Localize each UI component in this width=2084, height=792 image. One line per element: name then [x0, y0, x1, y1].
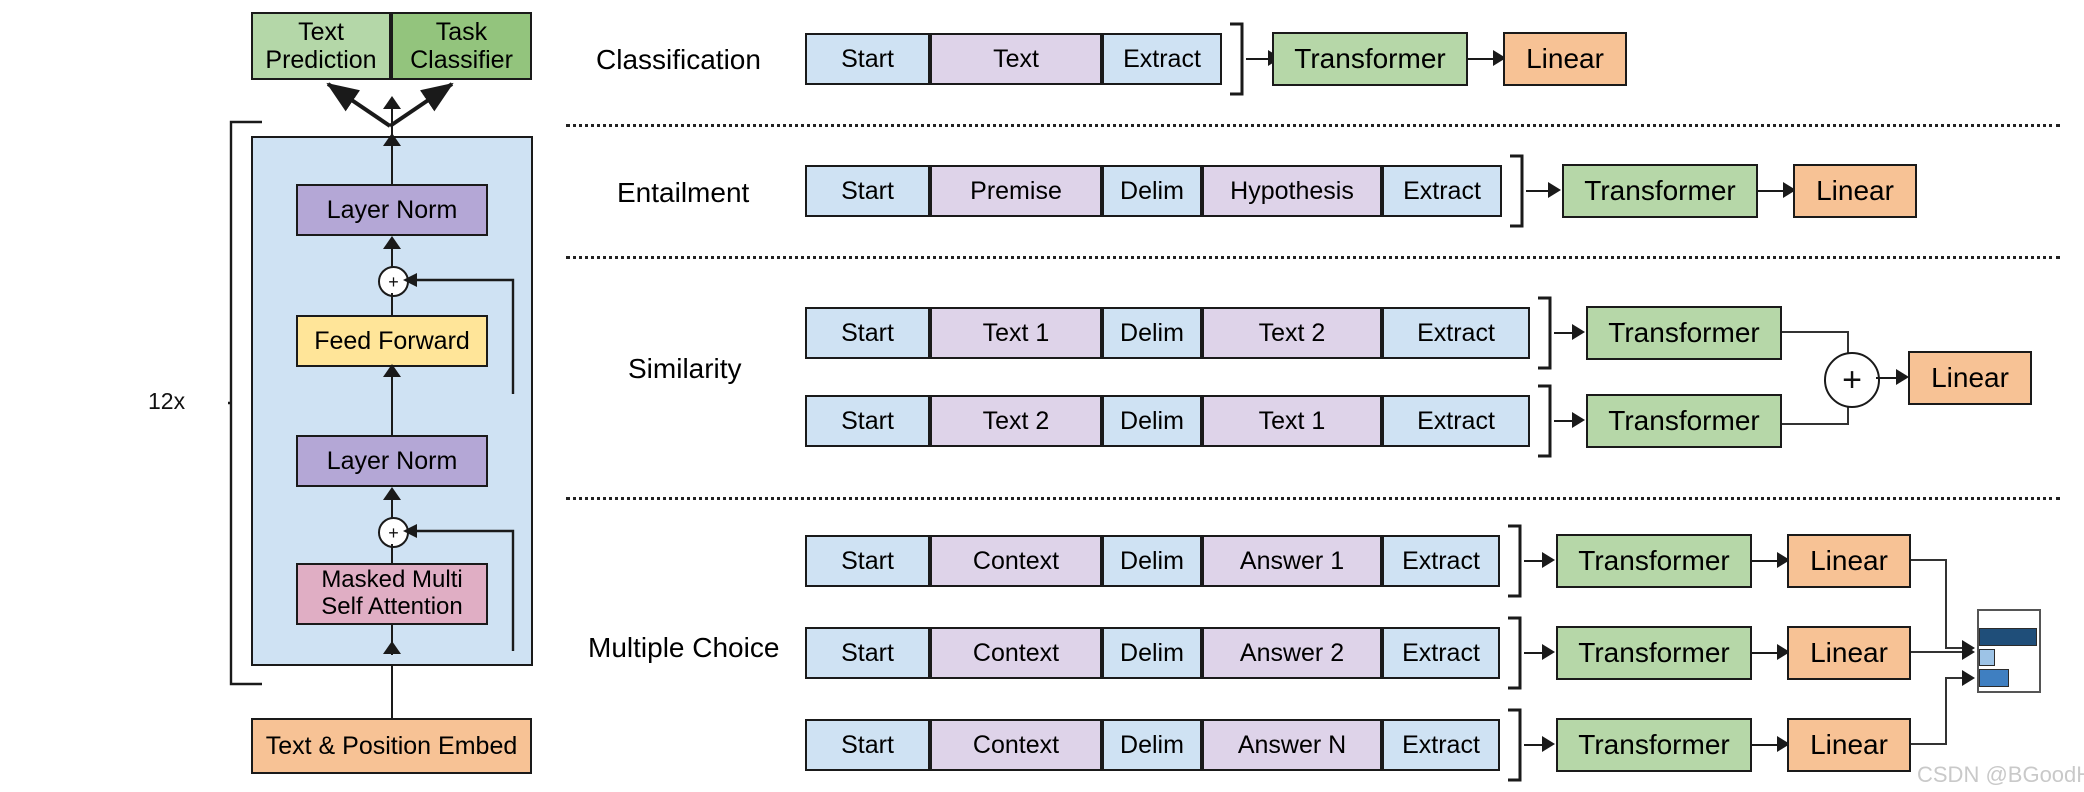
seq-cell-extract: Extract — [1382, 535, 1500, 587]
head-text-prediction: Text Prediction — [251, 12, 391, 80]
linear-box: Linear — [1908, 351, 2032, 405]
transformer-box: Transformer — [1556, 718, 1752, 772]
transformer-box: Transformer — [1556, 626, 1752, 680]
seq-cell-content: Answer 1 — [1202, 535, 1382, 587]
transformer-box: Transformer — [1272, 32, 1468, 86]
residual-path-lower — [391, 517, 516, 657]
seq-cell-content: Text 2 — [930, 395, 1102, 447]
seq-cell-content: Answer N — [1202, 719, 1382, 771]
head-task-classifier: Task Classifier — [391, 12, 532, 80]
seq-cell-content: Text 2 — [1202, 307, 1382, 359]
seq-cell-delim: Delim — [1102, 395, 1202, 447]
linear-box: Linear — [1787, 718, 1911, 772]
arrow-mc1-to-transformer — [1542, 552, 1555, 568]
arrow-block-out — [383, 96, 401, 109]
seq-cell-start: Start — [805, 33, 930, 85]
bracket-similarity-row1 — [1536, 296, 1554, 370]
connector-embed-to-attn-inner — [391, 625, 393, 655]
seq-cell-content: Premise — [930, 165, 1102, 217]
seq-cell-content: Text 1 — [1202, 395, 1382, 447]
seq-cell-start: Start — [805, 627, 930, 679]
seq-cell-extract: Extract — [1382, 307, 1530, 359]
seq-cell-extract: Extract — [1382, 719, 1500, 771]
seq-cell-content: Hypothesis — [1202, 165, 1382, 217]
arrow-mc-out-2 — [1962, 644, 1975, 660]
bracket-mc-row3 — [1506, 708, 1524, 782]
linear-box: Linear — [1787, 626, 1911, 680]
arrow-ln-bottom-out — [383, 364, 401, 377]
seq-cell-delim: Delim — [1102, 627, 1202, 679]
linear-box: Linear — [1787, 534, 1911, 588]
seq-cell-content: Context — [930, 627, 1102, 679]
bracket-classification — [1228, 22, 1246, 96]
arrow-add-upper-to-ln — [383, 236, 401, 249]
arrow-ln-top-out — [383, 133, 401, 146]
transformer-box: Transformer — [1586, 394, 1782, 448]
transformer-box: Transformer — [1586, 306, 1782, 360]
bracket-similarity-row2 — [1536, 384, 1554, 458]
watermark-text: CSDN @BGoodHabit — [1917, 762, 2084, 787]
mc-output-bar — [1979, 669, 2009, 687]
bracket-mc-row1 — [1506, 524, 1524, 598]
connector-ln-bottom-out — [391, 367, 393, 435]
figure-canvas: Text Prediction Task Classifier 12x Laye… — [0, 0, 2084, 792]
mc-output-bar — [1979, 649, 1995, 666]
seq-cell-extract: Extract — [1382, 395, 1530, 447]
linear-box: Linear — [1793, 164, 1917, 218]
seq-cell-delim: Delim — [1102, 535, 1202, 587]
arrow-ent-to-transformer — [1548, 182, 1561, 198]
seq-cell-start: Start — [805, 719, 930, 771]
linear-box: Linear — [1503, 32, 1627, 86]
task-label-multiple-choice: Multiple Choice — [588, 632, 780, 663]
section-divider-1 — [566, 124, 2060, 127]
arrow-add-lower-to-ln — [383, 487, 401, 500]
task-label-classification: Classification — [596, 44, 761, 75]
seq-cell-extract: Extract — [1102, 33, 1222, 85]
seq-cell-delim: Delim — [1102, 307, 1202, 359]
seq-cell-start: Start — [805, 165, 930, 217]
arrow-mc2-to-transformer — [1542, 644, 1555, 660]
connector-embed-to-attn — [391, 666, 393, 718]
transformer-box: Transformer — [1556, 534, 1752, 588]
seq-cell-content: Context — [930, 535, 1102, 587]
block-layer-norm-top: Layer Norm — [296, 184, 488, 236]
text-position-embed-box: Text & Position Embed — [251, 718, 532, 774]
seq-cell-content: Text 1 — [930, 307, 1102, 359]
block-layer-norm-bottom: Layer Norm — [296, 435, 488, 487]
mc-output-bar — [1979, 628, 2037, 646]
bracket-entailment — [1508, 154, 1526, 228]
arrow-sim1-to-transformer — [1572, 324, 1585, 340]
residual-path-upper — [391, 266, 516, 396]
seq-cell-content: Text — [930, 33, 1102, 85]
seq-cell-start: Start — [805, 535, 930, 587]
arrow-sim2-to-transformer — [1572, 412, 1585, 428]
seq-cell-content: Answer 2 — [1202, 627, 1382, 679]
seq-cell-content: Context — [930, 719, 1102, 771]
seq-cell-delim: Delim — [1102, 719, 1202, 771]
task-label-similarity: Similarity — [628, 353, 742, 384]
arrow-mc3-to-transformer — [1542, 736, 1555, 752]
seq-cell-extract: Extract — [1382, 627, 1500, 679]
transformer-box: Transformer — [1562, 164, 1758, 218]
section-divider-3 — [566, 497, 2060, 500]
repeat-count-label: 12x — [148, 388, 186, 414]
similarity-add-operator: + — [1824, 352, 1880, 408]
task-label-entailment: Entailment — [617, 177, 750, 208]
seq-cell-delim: Delim — [1102, 165, 1202, 217]
section-divider-2 — [566, 256, 2060, 259]
seq-cell-extract: Extract — [1382, 165, 1502, 217]
seq-cell-start: Start — [805, 395, 930, 447]
bracket-mc-row2 — [1506, 616, 1524, 690]
arrow-mc-out-3 — [1962, 670, 1975, 686]
seq-cell-start: Start — [805, 307, 930, 359]
